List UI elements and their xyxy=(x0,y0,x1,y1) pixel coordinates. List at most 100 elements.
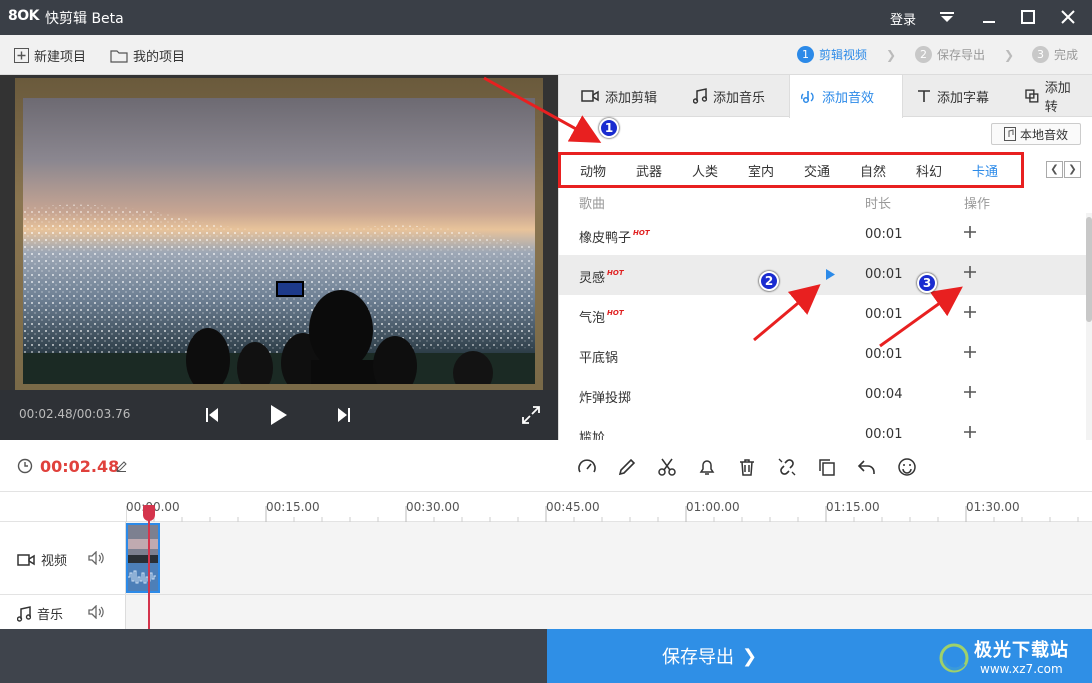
scrollbar-thumb[interactable] xyxy=(1086,217,1092,322)
fullscreen-icon[interactable] xyxy=(518,402,544,428)
add-icon[interactable] xyxy=(961,343,979,361)
bell-icon[interactable] xyxy=(696,456,718,478)
playhead-handle[interactable] xyxy=(143,505,155,521)
tab-add-music[interactable]: 添加音乐 xyxy=(683,75,775,117)
add-icon[interactable] xyxy=(961,303,979,321)
annotation-badge-1: 1 xyxy=(599,118,619,138)
tab-label: 添加剪辑 xyxy=(605,90,658,106)
maximize-icon[interactable] xyxy=(1015,5,1041,29)
sound-duration: 00:01 xyxy=(865,307,903,322)
sound-duration: 00:04 xyxy=(865,387,903,402)
speed-icon[interactable] xyxy=(576,456,598,478)
skip-previous-icon[interactable] xyxy=(199,402,225,428)
sound-effect-panel: 添加剪辑 添加音乐 添加音效 添加字幕 添加转 本地音效 动物 武器 人类 室内… xyxy=(558,75,1092,440)
sound-row[interactable]: 橡皮鸭子 HOT 00:01 xyxy=(559,215,1087,255)
ruler-label: 01:30.00 xyxy=(966,500,1020,514)
sound-row[interactable]: 气泡 HOT 00:01 xyxy=(559,295,1087,335)
pencil-icon[interactable] xyxy=(616,456,638,478)
track-name: 视频 xyxy=(41,554,68,569)
chevron-right-icon: ❯ xyxy=(741,645,758,667)
login-link[interactable]: 登录 xyxy=(890,9,916,28)
video-frame xyxy=(15,78,543,390)
add-icon[interactable] xyxy=(961,383,979,401)
unlink-icon[interactable] xyxy=(776,456,798,478)
ruler-label: 00:15.00 xyxy=(266,500,320,514)
sound-duration: 00:01 xyxy=(865,267,903,282)
edit-time-icon[interactable] xyxy=(116,461,127,472)
step-number: 2 xyxy=(915,46,932,63)
sound-name: 尴尬 xyxy=(579,431,606,440)
annotation-badge-3: 3 xyxy=(917,273,937,293)
hot-badge: HOT xyxy=(633,228,650,237)
column-duration: 时长 xyxy=(865,197,892,212)
sound-list-scrollbar[interactable] xyxy=(1086,213,1092,440)
sound-duration: 00:01 xyxy=(865,227,903,242)
video-camera-icon xyxy=(581,90,599,102)
sound-row[interactable]: 炸弹投掷 00:04 xyxy=(559,375,1087,415)
speaker-icon[interactable] xyxy=(88,605,104,619)
sound-name: 气泡 xyxy=(579,311,606,326)
step-edit-video[interactable]: 1 剪辑视频 xyxy=(797,46,867,63)
new-project-label: 新建项目 xyxy=(34,50,87,65)
chevron-right-icon: ❯ xyxy=(1004,48,1015,62)
sound-name: 橡皮鸭子 xyxy=(579,231,632,246)
music-track-label: 音乐 xyxy=(17,604,63,623)
music-file-icon xyxy=(1003,127,1016,141)
step-done[interactable]: 3 完成 xyxy=(1032,46,1078,63)
timeline-tracks[interactable] xyxy=(0,522,1092,629)
timeline-ruler[interactable]: 00:00.00 00:15.00 00:30.00 00:45.00 01:0… xyxy=(0,492,1092,522)
emoji-icon[interactable] xyxy=(896,456,918,478)
add-icon[interactable] xyxy=(961,223,979,241)
music-note-icon xyxy=(17,605,31,622)
track-headers: 视频 音乐 xyxy=(0,522,126,629)
sound-row[interactable]: 平底锅 00:01 xyxy=(559,335,1087,375)
play-preview-icon[interactable] xyxy=(825,268,836,281)
local-sound-button[interactable]: 本地音效 xyxy=(991,123,1081,145)
video-camera-icon xyxy=(17,553,35,566)
tab-add-subtitle[interactable]: 添加字幕 xyxy=(907,75,999,117)
player-time: 00:02.48/00:03.76 xyxy=(19,407,131,421)
playhead[interactable] xyxy=(148,505,150,629)
speaker-icon[interactable] xyxy=(88,551,104,565)
scissors-icon[interactable] xyxy=(656,456,678,478)
annotation-badge-2: 2 xyxy=(759,271,779,291)
step-label: 完成 xyxy=(1054,48,1079,62)
ruler-label: 00:45.00 xyxy=(546,500,600,514)
copy-icon[interactable] xyxy=(816,456,838,478)
close-icon[interactable] xyxy=(1055,5,1081,29)
undo-icon[interactable] xyxy=(856,456,878,478)
hot-badge: HOT xyxy=(607,268,624,277)
tab-add-sound-effect[interactable]: 添加音效 xyxy=(789,75,903,118)
step-export[interactable]: 2 保存导出 xyxy=(915,46,985,63)
trash-icon[interactable] xyxy=(736,456,758,478)
watermark-url: www.xz7.com xyxy=(980,662,1063,676)
menu-dropdown-icon[interactable] xyxy=(934,5,960,29)
save-export-label: 保存导出 xyxy=(661,647,734,668)
step-number: 3 xyxy=(1032,46,1049,63)
chevron-right-icon[interactable]: ❯ xyxy=(1064,161,1081,178)
sound-name: 平底锅 xyxy=(579,351,619,366)
skip-next-icon[interactable] xyxy=(331,402,357,428)
tab-add-transition[interactable]: 添加转 xyxy=(1015,75,1092,117)
add-icon[interactable] xyxy=(961,263,979,281)
top-toolbar: 新建项目 我的项目 1 剪辑视频 ❯ 2 保存导出 ❯ 3 完成 xyxy=(0,35,1092,75)
text-icon xyxy=(918,90,930,102)
sound-name: 灵感 xyxy=(579,271,606,286)
app-title: 快剪辑 Beta xyxy=(45,11,124,27)
add-icon[interactable] xyxy=(961,423,979,440)
music-note-icon xyxy=(693,88,707,104)
tab-label: 添加音乐 xyxy=(713,90,766,106)
play-icon[interactable] xyxy=(266,402,292,428)
sound-row[interactable]: 尴尬 00:01 xyxy=(559,415,1087,440)
track-name: 音乐 xyxy=(37,608,64,623)
video-clip[interactable] xyxy=(126,523,160,593)
chevron-left-icon[interactable]: ❮ xyxy=(1046,161,1063,178)
my-projects-label: 我的项目 xyxy=(133,50,186,65)
tab-add-clip[interactable]: 添加剪辑 xyxy=(571,75,667,117)
sound-row[interactable]: 灵感 HOT 00:01 xyxy=(559,255,1087,295)
my-projects-button[interactable]: 我的项目 xyxy=(110,46,185,65)
minimize-icon[interactable] xyxy=(976,5,1002,29)
new-project-button[interactable]: 新建项目 xyxy=(14,46,86,65)
timeline-toolbar: 00:02.48 xyxy=(0,440,1092,492)
title-bar: 8OK 快剪辑 Beta 登录 xyxy=(0,0,1092,35)
